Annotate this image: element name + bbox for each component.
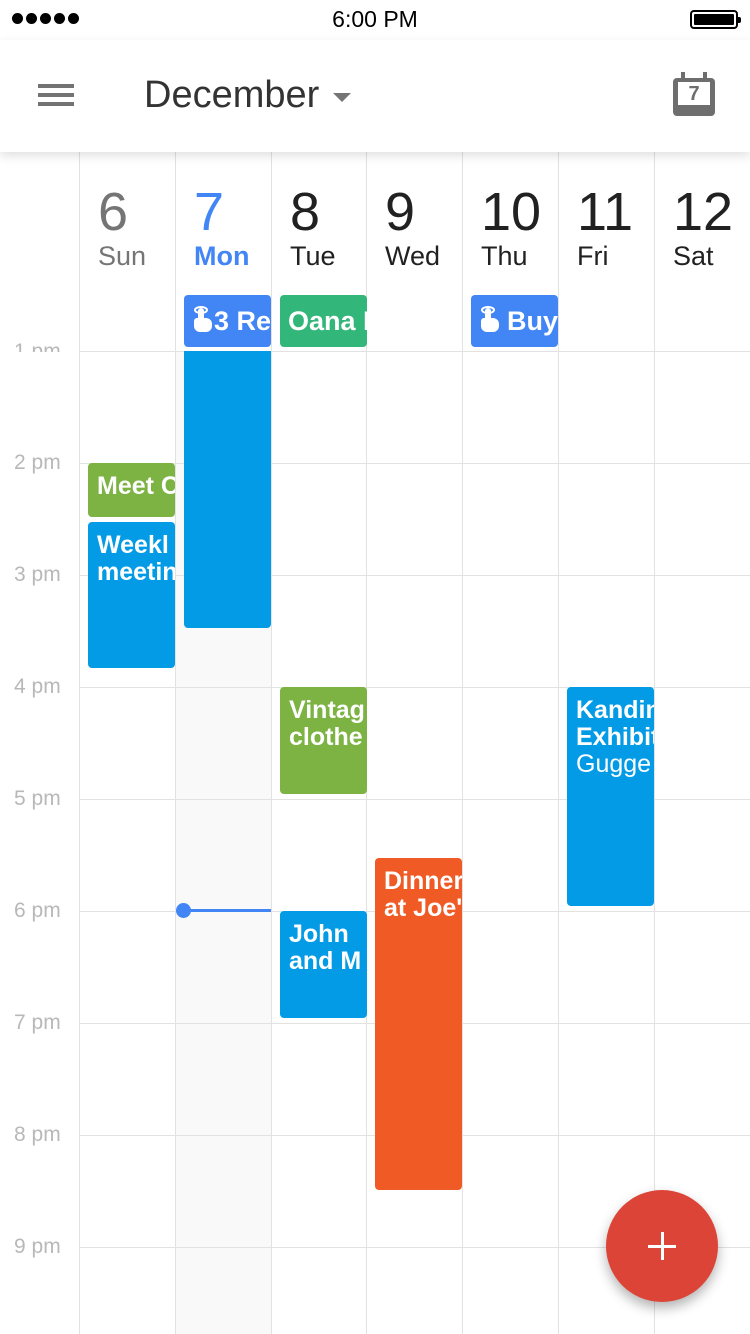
event-card[interactable]: Vintag clothe bbox=[280, 687, 367, 794]
current-time-line bbox=[184, 909, 271, 912]
day-name: Fri bbox=[577, 241, 609, 271]
caret-down-icon bbox=[333, 93, 352, 102]
create-event-button[interactable] bbox=[606, 1190, 718, 1302]
event-title: Kandin Exhibit bbox=[576, 696, 654, 751]
reminder-hand-icon bbox=[192, 306, 212, 334]
reminder-hand-icon bbox=[479, 306, 501, 334]
day-name: Tue bbox=[290, 241, 336, 271]
event-card[interactable] bbox=[184, 351, 271, 628]
day-number: 9 bbox=[385, 182, 416, 242]
day-number: 7 bbox=[194, 182, 225, 242]
column-divider bbox=[175, 152, 176, 1334]
day-number: 10 bbox=[481, 182, 542, 242]
app-bar: December 7 bbox=[0, 40, 750, 152]
day-name: Sat bbox=[673, 241, 714, 271]
day-name: Thu bbox=[481, 241, 528, 271]
all-day-event-label: Oana I bbox=[288, 306, 367, 336]
event-card[interactable]: John and M bbox=[280, 911, 367, 1018]
column-divider bbox=[79, 152, 80, 1334]
hour-label: 8 pm bbox=[14, 1123, 61, 1146]
day-number: 8 bbox=[290, 182, 321, 242]
event-card[interactable]: Weekl meetin bbox=[88, 522, 175, 668]
calendar-today-icon[interactable]: 7 bbox=[673, 72, 715, 118]
event-card[interactable]: Dinner at Joe' bbox=[375, 858, 462, 1190]
event-card[interactable]: Kandin Exhibit Gugge bbox=[567, 687, 654, 906]
event-title: John and M bbox=[289, 920, 362, 975]
hour-divider bbox=[80, 575, 750, 576]
day-header-sat[interactable]: 12 Sat bbox=[655, 182, 750, 270]
day-name: Mon bbox=[194, 241, 250, 271]
event-card[interactable]: Meet C bbox=[88, 463, 175, 517]
day-header-thu[interactable]: 10 Thu bbox=[463, 182, 559, 270]
all-day-event[interactable]: Oana I bbox=[280, 295, 367, 347]
today-number: 7 bbox=[678, 82, 710, 105]
column-divider bbox=[558, 152, 559, 1334]
day-number: 11 bbox=[577, 182, 634, 242]
event-title: Vintag clothe bbox=[289, 696, 365, 751]
hour-label: 9 pm bbox=[14, 1235, 61, 1258]
plus-icon bbox=[661, 1232, 664, 1260]
day-header-fri[interactable]: 11 Fri bbox=[559, 182, 655, 270]
day-name: Wed bbox=[385, 241, 441, 271]
event-title: Dinner at Joe' bbox=[384, 867, 462, 922]
column-divider bbox=[654, 152, 655, 1334]
hour-label: 4 pm bbox=[14, 675, 61, 698]
current-time-dot bbox=[176, 903, 191, 918]
event-title: Weekl meetin bbox=[97, 531, 175, 586]
hour-divider bbox=[80, 463, 750, 464]
all-day-event-label: Buy bbox=[506, 306, 558, 336]
month-title: December bbox=[144, 74, 320, 116]
day-header-mon[interactable]: 7 Mon bbox=[176, 182, 272, 270]
hour-label: 2 pm bbox=[14, 451, 61, 474]
day-header-wed[interactable]: 9 Wed bbox=[367, 182, 463, 270]
day-number: 6 bbox=[98, 182, 129, 242]
all-day-event-label: 3 Re bbox=[213, 306, 271, 336]
battery-icon bbox=[690, 10, 741, 29]
column-divider bbox=[271, 152, 272, 1334]
week-grid: 6 Sun 7 Mon 8 Tue 9 Wed 10 Thu 11 Fri 12… bbox=[0, 152, 750, 1334]
all-day-event-reminder[interactable]: 3 Re bbox=[184, 295, 271, 347]
column-divider bbox=[462, 152, 463, 1334]
hour-divider bbox=[80, 351, 750, 352]
all-day-event-reminder[interactable]: Buy bbox=[471, 295, 558, 347]
hamburger-menu-icon[interactable] bbox=[34, 80, 74, 110]
hour-label: 6 pm bbox=[14, 899, 61, 922]
day-number: 12 bbox=[673, 182, 734, 242]
status-bar: 6:00 PM bbox=[0, 0, 750, 40]
day-header-tue[interactable]: 8 Tue bbox=[272, 182, 368, 270]
month-selector[interactable]: December bbox=[144, 74, 352, 117]
day-header-sun[interactable]: 6 Sun bbox=[80, 182, 176, 270]
hour-label: 1 pm bbox=[14, 340, 61, 352]
hour-label: 7 pm bbox=[14, 1011, 61, 1034]
status-time: 6:00 PM bbox=[332, 6, 418, 32]
event-location: Gugge bbox=[576, 750, 652, 778]
hour-label: 3 pm bbox=[14, 563, 61, 586]
event-title: Meet C bbox=[97, 472, 175, 500]
hour-label: 5 pm bbox=[14, 787, 61, 810]
day-name: Sun bbox=[98, 241, 147, 271]
